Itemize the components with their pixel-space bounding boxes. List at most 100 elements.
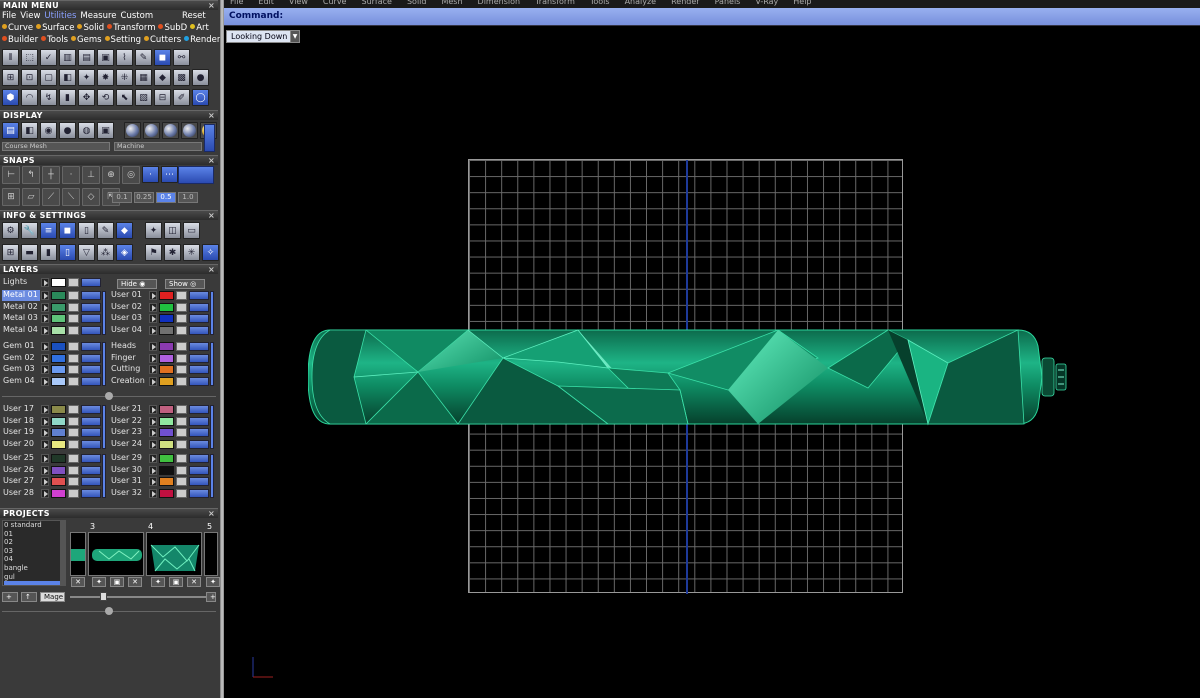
end-snap-icon[interactable]: ↰	[22, 166, 40, 184]
slider-handle[interactable]	[100, 592, 107, 601]
menu-utilities[interactable]: Utilities	[44, 11, 76, 22]
layer-name[interactable]: User 28	[2, 488, 40, 499]
layer-row[interactable]: Metal 03	[2, 313, 105, 324]
layout-icon[interactable]: ▦	[135, 69, 152, 86]
lock-icon[interactable]	[68, 405, 79, 414]
scale-icon[interactable]: ⊡	[21, 69, 38, 86]
brush-settings-icon[interactable]: ✦	[145, 222, 162, 239]
layer-name[interactable]: Metal 02	[2, 302, 40, 313]
layer-name[interactable]: User 25	[2, 453, 40, 464]
lines-icon[interactable]: ⫴	[2, 49, 19, 66]
close-icon[interactable]: ×	[208, 1, 215, 10]
layer-color-swatch[interactable]	[159, 302, 174, 312]
lock-icon[interactable]	[176, 302, 187, 312]
lights-arrow[interactable]	[41, 278, 49, 287]
lock-icon[interactable]	[176, 416, 187, 426]
menu-file[interactable]: File	[2, 11, 16, 22]
layer-visibility-button[interactable]	[189, 488, 209, 498]
layer-visibility-button[interactable]	[189, 428, 209, 438]
thumbnail-size-slider[interactable]	[70, 596, 208, 598]
layer-row[interactable]: Metal 02	[2, 302, 105, 313]
menu-tools[interactable]: Tools	[41, 35, 68, 46]
layer-name[interactable]: User 18	[2, 416, 40, 427]
display-scroll-button[interactable]	[204, 124, 215, 152]
layer-color-swatch[interactable]	[159, 365, 174, 375]
layer-visibility-button[interactable]	[81, 342, 101, 351]
add-project-button[interactable]: ✦	[206, 577, 220, 587]
layer-color-swatch[interactable]	[159, 353, 174, 363]
layer-visibility-button[interactable]	[189, 454, 209, 463]
center-snap-icon[interactable]: ⊕	[102, 166, 120, 184]
material-dropdown[interactable]: Machine	[114, 142, 202, 151]
close-icon[interactable]: ×	[208, 156, 215, 165]
project-list-item[interactable]: 02	[4, 538, 65, 547]
bin-icon[interactable]: ▥	[59, 49, 76, 66]
cube-blue-icon[interactable]: ◼	[154, 49, 171, 66]
layer-row[interactable]: User 04	[110, 325, 213, 336]
collapse-handle-icon[interactable]	[105, 392, 113, 400]
project-list-item[interactable]: bangle	[4, 564, 65, 573]
layer-visibility-button[interactable]	[189, 416, 209, 426]
top-menu-solid[interactable]: Solid	[407, 0, 427, 6]
layer-arrow-icon[interactable]	[41, 454, 49, 463]
layer-arrow-icon[interactable]	[41, 376, 49, 386]
frame-select-icon[interactable]: ⊟	[154, 89, 171, 106]
layer-color-swatch[interactable]	[159, 376, 174, 386]
material-sphere-4-icon[interactable]	[181, 122, 198, 139]
layers-header[interactable]: LAYERS ×	[0, 264, 218, 274]
layer-row[interactable]: User 28	[2, 488, 105, 499]
command-bar[interactable]: Command:	[224, 8, 1200, 26]
layer-row[interactable]: User 32	[110, 488, 213, 499]
top-menu-render[interactable]: Render	[671, 0, 699, 6]
menu-view[interactable]: View	[20, 11, 40, 22]
menu-render[interactable]: Render	[184, 35, 220, 46]
layer-visibility-button[interactable]	[189, 325, 209, 335]
lock-icon[interactable]	[68, 365, 79, 375]
layer-name[interactable]: User 02	[110, 302, 148, 313]
top-menu-help[interactable]: Help	[793, 0, 811, 6]
menu-solid[interactable]: Solid	[77, 23, 104, 34]
lights-swatch[interactable]	[51, 278, 66, 287]
layer-color-swatch[interactable]	[159, 342, 174, 351]
layer-visibility-button[interactable]	[189, 342, 209, 351]
info-settings-header[interactable]: INFO & SETTINGS ×	[0, 210, 218, 220]
material-sphere-2-icon[interactable]	[143, 122, 160, 139]
projects-header[interactable]: PROJECTS ×	[0, 508, 218, 518]
arrow-icon[interactable]: ⬉	[116, 89, 133, 106]
menu-curve[interactable]: Curve	[2, 23, 33, 34]
layer-name[interactable]: Gem 02	[2, 353, 40, 364]
lock-icon[interactable]	[68, 439, 79, 449]
grid-snap-icon[interactable]: ⊢	[2, 166, 20, 184]
menu-builder[interactable]: Builder	[2, 35, 38, 46]
material-view-icon[interactable]: ●	[59, 122, 76, 139]
layer-visibility-button[interactable]	[81, 428, 101, 438]
frame-icon[interactable]: ▣	[97, 49, 114, 66]
layer-visibility-button[interactable]	[189, 465, 209, 475]
layer-color-swatch[interactable]	[51, 353, 66, 363]
layer-visibility-button[interactable]	[81, 302, 101, 312]
layer-color-swatch[interactable]	[51, 405, 66, 414]
layer-visibility-button[interactable]	[81, 454, 101, 463]
gem-icon[interactable]: ◆	[116, 222, 133, 239]
reset-button[interactable]: Reset	[182, 11, 206, 22]
layer-color-swatch[interactable]	[51, 376, 66, 386]
lock-icon[interactable]	[68, 465, 79, 475]
layer-row[interactable]: User 19	[2, 427, 105, 438]
layer-row[interactable]: User 24	[110, 439, 213, 450]
wrench-icon[interactable]: 🔧	[21, 222, 38, 239]
camera-icon[interactable]: ◫	[164, 222, 181, 239]
chevron-down-icon[interactable]: ▼	[290, 30, 300, 43]
top-menu-dimension[interactable]: Dimension	[478, 0, 521, 6]
menu-custom[interactable]: Custom	[121, 11, 154, 22]
layer-visibility-button[interactable]	[189, 439, 209, 449]
wireframe-view-icon[interactable]: ▤	[2, 122, 19, 139]
layer-row[interactable]: Gem 02	[2, 353, 105, 364]
layer-name[interactable]: User 31	[110, 476, 148, 487]
layer-arrow-icon[interactable]	[41, 353, 49, 363]
layer-group-toggle[interactable]	[210, 291, 214, 335]
layer-visibility-button[interactable]	[81, 353, 101, 363]
layer-name[interactable]: User 27	[2, 476, 40, 487]
layer-visibility-button[interactable]	[81, 365, 101, 375]
close-icon[interactable]: ×	[208, 111, 215, 120]
layer-color-swatch[interactable]	[51, 291, 66, 300]
